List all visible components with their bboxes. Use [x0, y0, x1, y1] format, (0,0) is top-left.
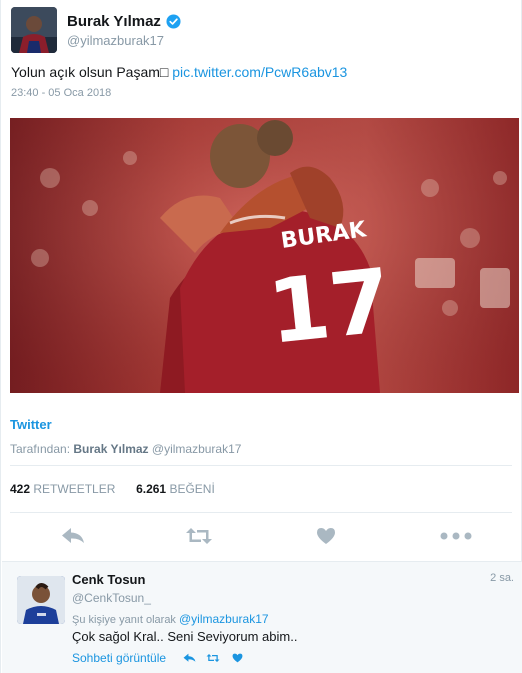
tweet-text: Yolun açık olsun Paşam□ pic.twitter.com/… [11, 64, 347, 80]
retweet-count: 422 [10, 482, 31, 496]
card-source-title[interactable]: Twitter [10, 417, 52, 432]
card-source-by-handle[interactable]: @yilmazburak17 [152, 442, 242, 456]
reply-author-name[interactable]: Cenk Tosun [72, 572, 145, 587]
reply-actions: Sohbeti görüntüle [72, 650, 244, 666]
author-handle[interactable]: @yilmazburak17 [67, 33, 164, 48]
reply-reply-button[interactable] [182, 651, 196, 665]
heart-icon [232, 653, 243, 663]
card-source-by-name[interactable]: Burak Yılmaz [73, 442, 148, 456]
replying-to: Şu kişiye yanıt olarak @yilmazburak17 [72, 612, 269, 626]
replying-to-label: Şu kişiye yanıt olarak [72, 614, 176, 626]
more-button[interactable] [439, 525, 473, 547]
like-count: 6.261 [136, 482, 167, 496]
view-conversation-link[interactable]: Sohbeti görüntüle [72, 651, 166, 665]
author-name[interactable]: Burak Yılmaz [67, 13, 161, 30]
tweet-photo[interactable]: BURAK 17 [10, 118, 519, 393]
retweet-stat[interactable]: 422 RETWEETLER [10, 482, 115, 496]
like-button[interactable] [312, 525, 340, 547]
verified-badge-icon [166, 14, 181, 29]
like-stat[interactable]: 6.261 BEĞENİ [136, 482, 215, 496]
photo-jersey-number: 17 [263, 249, 396, 364]
reply-icon [62, 528, 84, 543]
reply-timestamp[interactable]: 2 sa. [490, 572, 514, 584]
reply-text: Çok sağol Kral.. Seni Seviyorum abim.. [72, 629, 298, 644]
tweet-card: Burak Yılmaz @yilmazburak17 Yolun açık o… [0, 0, 522, 673]
author-name-row[interactable]: Burak Yılmaz [67, 13, 181, 30]
retweet-label: RETWEETLER [33, 482, 116, 496]
heart-icon [317, 528, 335, 544]
tweet-body: Yolun açık olsun Paşam□ [11, 64, 169, 80]
reply-author-avatar[interactable] [17, 576, 65, 624]
like-label: BEĞENİ [169, 482, 215, 496]
retweet-icon [206, 654, 220, 662]
tweet-stats: 422 RETWEETLER 6.261 BEĞENİ [10, 482, 215, 496]
tweet-actions [10, 513, 512, 559]
reply-tweet[interactable]: Cenk Tosun @CenkTosun_ 2 sa. Şu kişiye y… [2, 561, 522, 673]
more-icon [440, 532, 472, 540]
replying-to-handle[interactable]: @yilmazburak17 [179, 612, 269, 626]
divider [10, 465, 512, 466]
tweet-timestamp[interactable]: 23:40 - 05 Oca 2018 [11, 87, 111, 99]
reply-retweet-button[interactable] [206, 651, 220, 665]
reply-like-button[interactable] [230, 651, 244, 665]
card-source-by-label: Tarafından: [10, 442, 71, 456]
card-source-attribution: Tarafından: Burak Yılmaz @yilmazburak17 [10, 442, 241, 456]
reply-author-handle[interactable]: @CenkTosun_ [72, 591, 151, 605]
tweet-media-link[interactable]: pic.twitter.com/PcwR6abv13 [172, 64, 347, 80]
retweet-icon [186, 528, 212, 544]
author-avatar[interactable] [11, 7, 57, 53]
retweet-button[interactable] [185, 525, 213, 547]
reply-icon [183, 653, 196, 662]
reply-button[interactable] [59, 525, 87, 547]
